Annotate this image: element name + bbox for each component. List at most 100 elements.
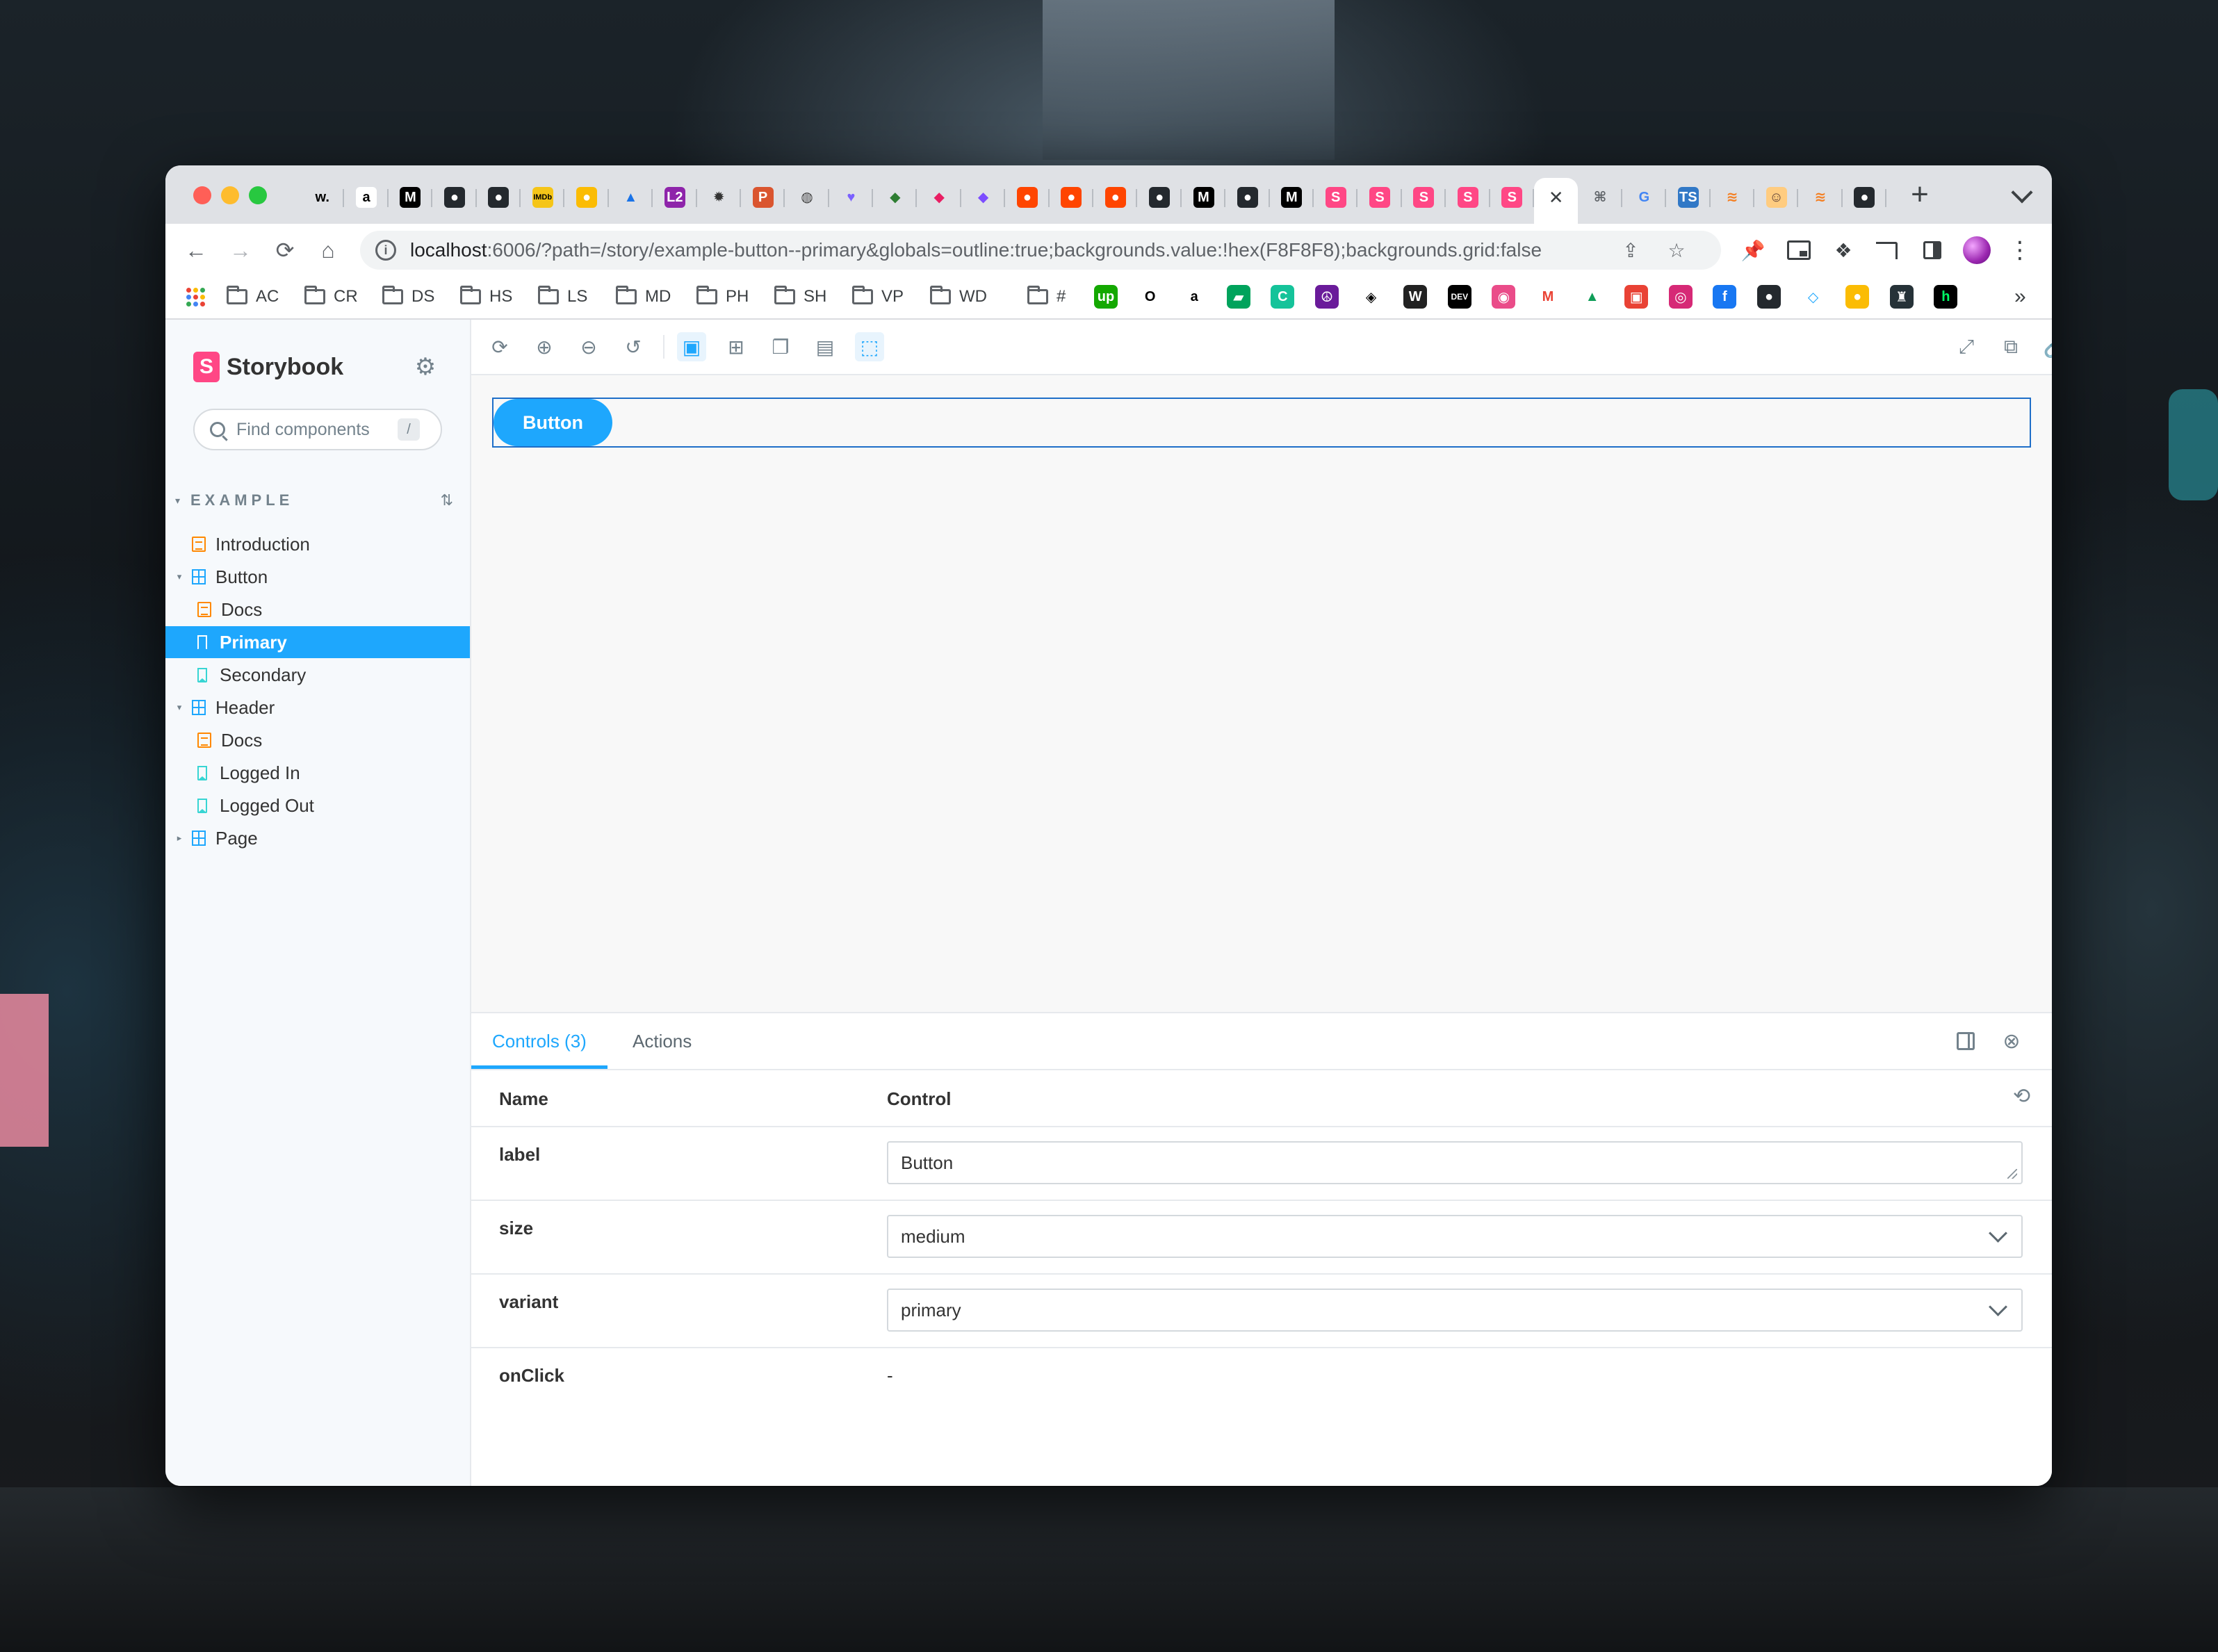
- bookmark-folder-ph[interactable]: PH: [696, 284, 749, 310]
- bookmark-site-icon[interactable]: ▰: [1226, 285, 1250, 309]
- zoom-reset-icon[interactable]: ↺: [619, 332, 648, 361]
- tab-favicon-icon[interactable]: ✹: [697, 178, 742, 217]
- gear-icon[interactable]: ⚙: [411, 353, 439, 381]
- tab-favicon-icon[interactable]: ●: [1137, 178, 1182, 217]
- bookmark-site-icon[interactable]: h: [1934, 285, 1958, 309]
- grid-icon[interactable]: ⊞: [721, 332, 751, 361]
- zoom-in-icon[interactable]: ⊕: [530, 332, 559, 361]
- bookmark-folder-sh[interactable]: SH: [774, 284, 826, 310]
- tab-after-favicon-icon[interactable]: ●: [1843, 178, 1887, 217]
- tab-favicon-icon[interactable]: S: [1357, 178, 1403, 217]
- browser-menu-icon[interactable]: ⋮: [2006, 236, 2034, 264]
- tab-after-favicon-icon[interactable]: TS: [1666, 178, 1711, 217]
- sidebar-item-logged-in[interactable]: Logged In: [165, 757, 470, 789]
- tab-favicon-icon[interactable]: ▲: [609, 178, 653, 217]
- tab-favicon-icon[interactable]: ●: [477, 178, 521, 217]
- bookmark-site-icon[interactable]: DEV: [1447, 285, 1471, 309]
- search-input[interactable]: [235, 418, 398, 441]
- tab-favicon-icon[interactable]: S: [1490, 178, 1535, 217]
- storybook-logo[interactable]: S Storybook: [193, 352, 343, 382]
- tab-favicon-icon[interactable]: ◍: [785, 178, 830, 217]
- tab-after-favicon-icon[interactable]: ≋: [1798, 178, 1843, 217]
- remount-icon[interactable]: ⟳: [485, 332, 514, 361]
- bookmark-site-icon[interactable]: f: [1713, 285, 1737, 309]
- close-tab-icon[interactable]: ✕: [1549, 187, 1564, 208]
- find-components-search[interactable]: /: [193, 409, 442, 450]
- zoom-out-icon[interactable]: ⊖: [574, 332, 603, 361]
- sidebar-item-page[interactable]: ▸ Page: [165, 822, 470, 854]
- tab-after-favicon-icon[interactable]: G: [1622, 178, 1667, 217]
- bookmark-site-icon[interactable]: M: [1536, 285, 1560, 309]
- resize-grip-icon[interactable]: [2007, 1169, 2017, 1179]
- expand-collapse-icon[interactable]: ⇅: [441, 491, 453, 509]
- picture-in-picture-icon[interactable]: [1785, 236, 1813, 264]
- url-text[interactable]: localhost:6006/?path=/story/example-butt…: [410, 239, 1620, 261]
- copy-link-icon[interactable]: 🔗: [2041, 332, 2052, 361]
- bookmarks-overflow-button[interactable]: »: [2014, 284, 2026, 310]
- tab-search-button[interactable]: [2011, 181, 2033, 204]
- sidebar-item-secondary[interactable]: Secondary: [165, 659, 470, 691]
- tab-after-favicon-icon[interactable]: ⌘: [1578, 178, 1623, 217]
- close-window-button[interactable]: [193, 186, 211, 204]
- bookmark-site-icon[interactable]: O: [1139, 285, 1162, 309]
- bookmark-site-icon[interactable]: ▲: [1581, 285, 1604, 309]
- bookmark-folder-md[interactable]: MD: [616, 284, 671, 310]
- variant-select[interactable]: primary: [887, 1289, 2023, 1332]
- fullscreen-icon[interactable]: ⤢: [1952, 332, 1981, 361]
- sidebar-item-docs[interactable]: Docs: [165, 724, 470, 756]
- bookmark-site-icon[interactable]: ◇: [1802, 285, 1825, 309]
- sidebar-item-button[interactable]: ▾ Button: [165, 561, 470, 593]
- bookmark-star-icon[interactable]: ☆: [1665, 239, 1688, 261]
- bookmark-site-icon[interactable]: up: [1094, 285, 1118, 309]
- outline-icon[interactable]: ⬚: [855, 332, 884, 361]
- label-textarea[interactable]: Button: [887, 1141, 2023, 1184]
- bookmark-site-icon[interactable]: ●: [1845, 285, 1870, 309]
- tab-after-favicon-icon[interactable]: ☺: [1754, 178, 1799, 217]
- viewport-icon[interactable]: ▤: [810, 332, 840, 361]
- tab-favicon-icon[interactable]: ●: [1093, 178, 1138, 217]
- home-button[interactable]: ⌂: [314, 236, 342, 264]
- site-info-icon[interactable]: i: [375, 240, 396, 261]
- bookmark-folder-ls[interactable]: LS: [538, 284, 587, 310]
- cast-icon[interactable]: [1873, 236, 1900, 264]
- tab-actions[interactable]: Actions: [633, 1013, 692, 1069]
- bookmark-folder-hs[interactable]: HS: [460, 284, 512, 310]
- close-panel-icon[interactable]: ⊗: [1998, 1027, 2025, 1055]
- address-bar[interactable]: i localhost:6006/?path=/story/example-bu…: [360, 231, 1721, 270]
- zoom-window-button[interactable]: [249, 186, 267, 204]
- measure-icon[interactable]: ❐: [766, 332, 795, 361]
- tab-favicon-icon[interactable]: ●: [564, 178, 610, 217]
- tab-favicon-icon[interactable]: S: [1314, 178, 1358, 217]
- bookmark-folder-vp[interactable]: VP: [852, 284, 904, 310]
- back-button[interactable]: ←: [182, 236, 210, 264]
- tab-favicon-icon[interactable]: ●: [1225, 178, 1270, 217]
- tab-favicon-icon[interactable]: S: [1402, 178, 1446, 217]
- tab-favicon-icon[interactable]: ◆: [873, 178, 918, 217]
- tab-favicon-icon[interactable]: P: [741, 178, 785, 217]
- bookmark-site-icon[interactable]: C: [1271, 285, 1295, 309]
- pin-extension-icon[interactable]: 📌: [1739, 236, 1767, 264]
- minimize-window-button[interactable]: [221, 186, 239, 204]
- extensions-puzzle-icon[interactable]: ❖: [1829, 236, 1857, 264]
- new-tab-button[interactable]: +: [1900, 174, 1939, 215]
- sidebar-item-introduction[interactable]: Introduction: [165, 528, 470, 560]
- sidebar-item-logged-out[interactable]: Logged Out: [165, 790, 470, 821]
- tab-favicon-icon[interactable]: ◆: [961, 178, 1006, 217]
- tab-favicon-icon[interactable]: M: [389, 178, 433, 217]
- bookmark-site-icon[interactable]: ♜: [1889, 285, 1914, 309]
- tab-favicon-icon[interactable]: ●: [1050, 178, 1094, 217]
- sidebar-item-header[interactable]: ▾ Header: [165, 692, 470, 723]
- bookmark-site-icon[interactable]: ▣: [1624, 285, 1649, 309]
- profile-avatar[interactable]: [1963, 236, 1991, 264]
- bookmark-folder-ac[interactable]: AC: [227, 284, 279, 310]
- bookmark-site-icon[interactable]: ◎: [1668, 285, 1693, 309]
- panel-orientation-icon[interactable]: [1952, 1027, 1980, 1055]
- reload-button[interactable]: ⟳: [271, 236, 299, 264]
- tab-favicon-icon[interactable]: IMDb: [521, 178, 565, 217]
- bookmark-folder-ds[interactable]: DS: [382, 284, 434, 310]
- bookmark-site-icon[interactable]: a: [1182, 285, 1206, 309]
- tab-controls[interactable]: Controls (3): [471, 1013, 607, 1069]
- reset-controls-icon[interactable]: ⟲: [2013, 1084, 2030, 1109]
- section-header-example[interactable]: ▾ EXAMPLE ⇅: [175, 488, 453, 513]
- bookmark-site-icon[interactable]: ◉: [1492, 285, 1516, 309]
